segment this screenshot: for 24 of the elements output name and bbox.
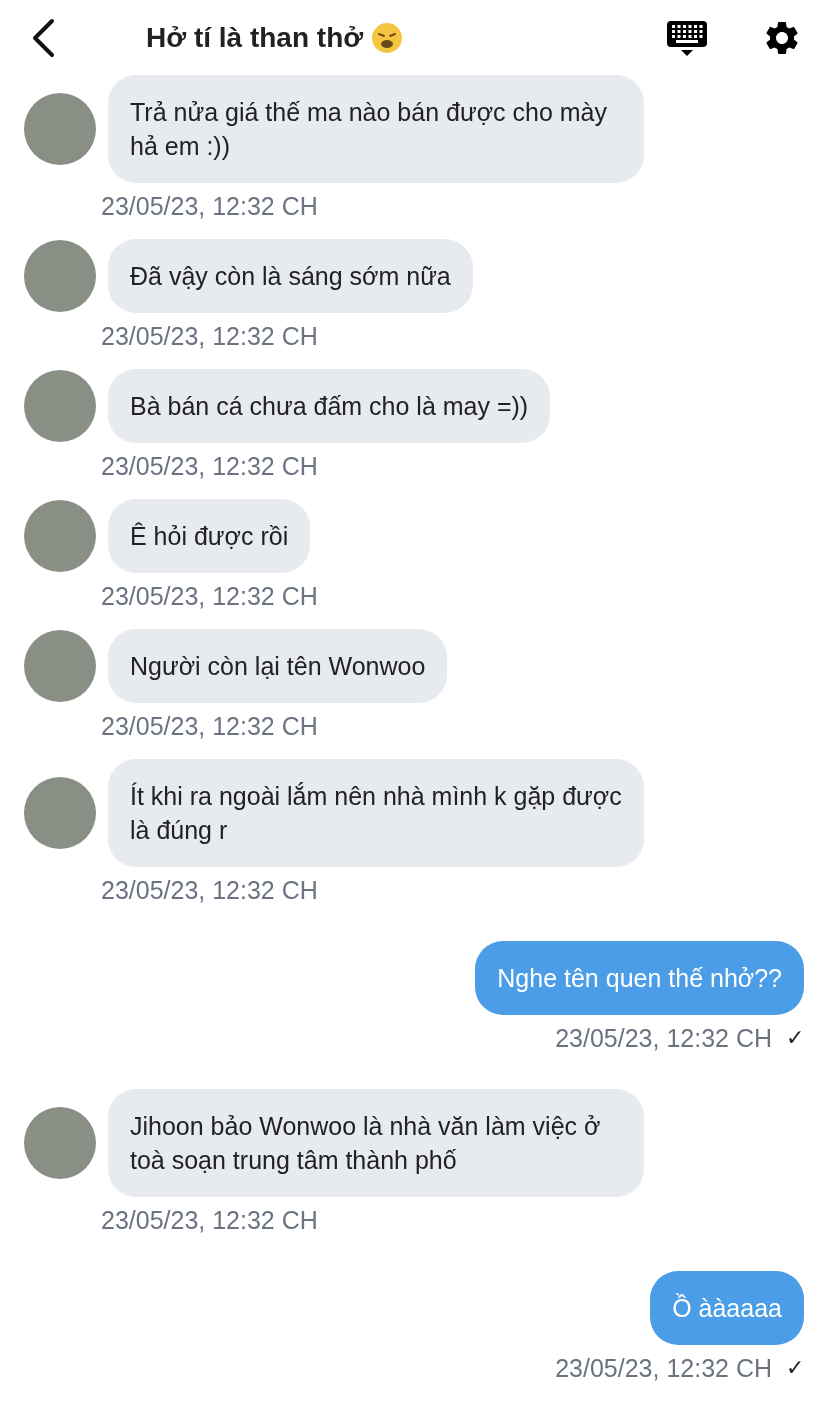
message-timestamp: 23/05/23, 12:32 CH: [101, 711, 318, 742]
back-icon: [30, 17, 56, 58]
sent-message-bubble: Nghe tên quen thế nhở??: [475, 941, 804, 1015]
message-timestamp: 23/05/23, 12:32 CH: [555, 1353, 772, 1384]
face-emoji-icon: [371, 21, 404, 54]
message-timestamp: 23/05/23, 12:32 CH: [555, 1023, 772, 1054]
message-timestamp: 23/05/23, 12:32 CH: [101, 191, 318, 222]
received-message-bubble: Bà bán cá chưa đấm cho là may =)): [108, 369, 551, 443]
message-timestamp: 23/05/23, 12:32 CH: [101, 581, 318, 612]
received-message-bubble: Đã vậy còn là sáng sớm nữa: [108, 239, 473, 313]
read-check-mark: ✓: [786, 1025, 804, 1051]
read-check-mark: ✓: [786, 1355, 804, 1381]
back-button[interactable]: [30, 17, 56, 58]
message-timestamp: 23/05/23, 12:32 CH: [101, 1205, 318, 1236]
received-message-bubble: Jihoon bảo Wonwoo là nhà văn làm việc ở toà soạn trung tâm thành phố: [108, 1089, 644, 1197]
received-message-bubble: Ê hỏi được rồi: [108, 499, 311, 573]
received-message-bubble: Ít khi ra ngoài lắm nên nhà mình k gặp được là đúng r: [108, 759, 644, 867]
received-message-bubble: Người còn lại tên Wonwoo: [108, 629, 448, 703]
chat-title: Hở tí là than thở: [146, 21, 364, 54]
message-timestamp: 23/05/23, 12:32 CH: [101, 875, 318, 906]
sent-message-bubble: Ồ ààaaaa: [650, 1271, 804, 1345]
message-timestamp: 23/05/23, 12:32 CH: [101, 321, 318, 352]
received-message-bubble: Trả nửa giá thế ma nào bán được cho mày hả em :)): [108, 75, 644, 183]
message-timestamp: 23/05/23, 12:32 CH: [101, 451, 318, 482]
